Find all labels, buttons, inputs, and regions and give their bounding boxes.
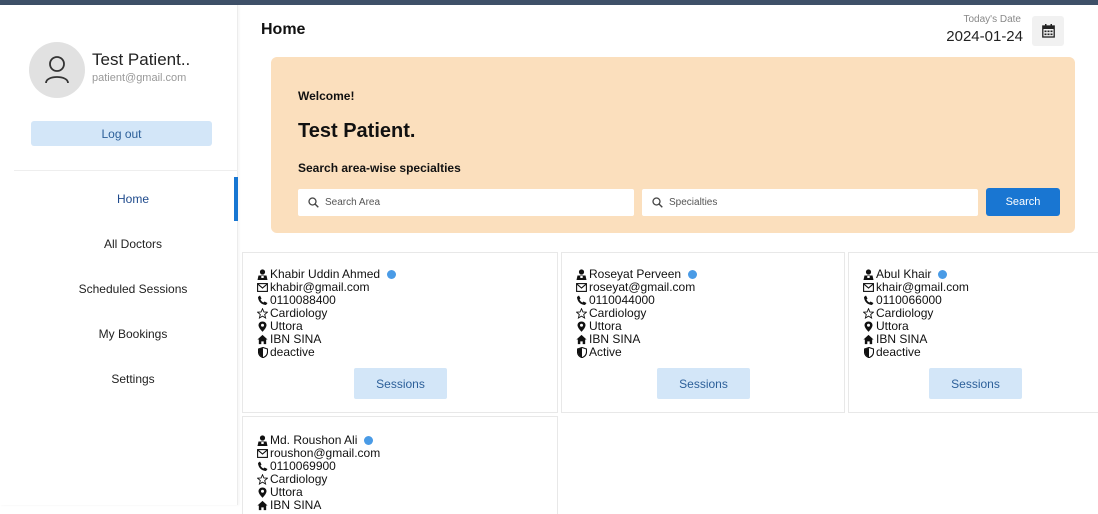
phone-icon — [257, 461, 268, 472]
doctor-status: deactive — [876, 345, 921, 359]
shield-icon — [257, 347, 268, 358]
date-value: 2024-01-24 — [946, 28, 1023, 45]
doctor-card: Md. Roushon Ali roushon@gmail.com 011006… — [242, 416, 558, 514]
area-search-input[interactable] — [325, 197, 605, 208]
profile-email: patient@gmail.com — [92, 72, 187, 84]
verified-icon — [364, 436, 374, 445]
doctor-status-row: deactive — [863, 346, 921, 359]
star-icon — [257, 308, 268, 319]
location-pin-icon — [863, 321, 874, 332]
sidebar-item-label: Scheduled Sessions — [78, 282, 188, 296]
star-icon — [257, 474, 268, 485]
doctor-card: Roseyat Perveen roseyat@gmail.com 011004… — [561, 252, 845, 413]
search-heading: Search area-wise specialties — [298, 161, 461, 175]
shield-icon — [863, 347, 874, 358]
active-indicator — [234, 177, 238, 221]
star-icon — [576, 308, 587, 319]
shield-icon — [576, 347, 587, 358]
location-pin-icon — [257, 487, 268, 498]
doctor-card: Abul Khair khair@gmail.com 0110066000 Ca… — [848, 252, 1098, 413]
sessions-button[interactable]: Sessions — [354, 368, 447, 399]
sidebar-item-label: All Doctors — [103, 237, 162, 251]
doctor-status: deactive — [270, 345, 315, 359]
home-icon — [576, 334, 587, 345]
page-title: Home — [261, 21, 306, 38]
verified-icon — [688, 270, 698, 279]
home-icon — [863, 334, 874, 345]
patient-name: Test Patient. — [298, 120, 416, 142]
doctor-icon — [576, 269, 587, 280]
calendar-icon — [1041, 24, 1055, 38]
welcome-text: Welcome! — [298, 89, 355, 103]
avatar — [29, 42, 85, 98]
star-icon — [863, 308, 874, 319]
sidebar: Test Patient.. patient@gmail.com Log out… — [0, 5, 238, 505]
home-icon — [257, 334, 268, 345]
doctor-status-row: deactive — [257, 346, 315, 359]
home-icon — [257, 500, 268, 511]
doctor-card: Khabir Uddin Ahmed khabir@gmail.com 0110… — [242, 252, 558, 413]
calendar-button[interactable] — [1032, 16, 1064, 46]
verified-icon — [387, 270, 397, 279]
sidebar-divider — [14, 170, 238, 171]
user-icon — [45, 56, 69, 84]
specialty-search-input[interactable] — [669, 197, 949, 208]
phone-icon — [863, 295, 874, 306]
mail-icon — [863, 282, 874, 293]
doctor-status: Active — [589, 345, 622, 359]
sessions-button[interactable]: Sessions — [929, 368, 1022, 399]
sidebar-item-my-bookings[interactable]: My Bookings — [0, 312, 238, 356]
mail-icon — [257, 448, 268, 459]
doctor-icon — [863, 269, 874, 280]
doctor-status-row: Active — [576, 346, 622, 359]
doctor-icon — [257, 269, 268, 280]
sidebar-item-label: Home — [116, 192, 149, 206]
sidebar-item-settings[interactable]: Settings — [0, 357, 238, 401]
phone-icon — [576, 295, 587, 306]
verified-icon — [938, 270, 948, 279]
doctor-icon — [257, 435, 268, 446]
sidebar-item-label: Settings — [111, 372, 155, 386]
mail-icon — [257, 282, 268, 293]
phone-icon — [257, 295, 268, 306]
date-label: Today's Date — [963, 14, 1022, 25]
logout-button[interactable]: Log out — [31, 121, 212, 146]
area-search-box[interactable] — [298, 189, 634, 216]
welcome-banner: Welcome! Test Patient. Search area-wise … — [271, 57, 1075, 233]
doctor-hospital-row: IBN SINA — [257, 499, 321, 512]
doctor-hospital: IBN SINA — [270, 498, 322, 512]
sidebar-item-scheduled-sessions[interactable]: Scheduled Sessions — [0, 267, 238, 311]
mail-icon — [576, 282, 587, 293]
location-pin-icon — [576, 321, 587, 332]
search-icon — [308, 197, 319, 208]
search-button[interactable]: Search — [986, 188, 1060, 216]
search-icon — [652, 197, 663, 208]
profile-name: Test Patient.. — [92, 50, 191, 69]
sidebar-item-label: My Bookings — [98, 327, 168, 341]
sessions-button[interactable]: Sessions — [657, 368, 750, 399]
location-pin-icon — [257, 321, 268, 332]
sidebar-item-all-doctors[interactable]: All Doctors — [0, 222, 238, 266]
sidebar-item-home[interactable]: Home — [0, 177, 238, 221]
specialty-search-box[interactable] — [642, 189, 978, 216]
